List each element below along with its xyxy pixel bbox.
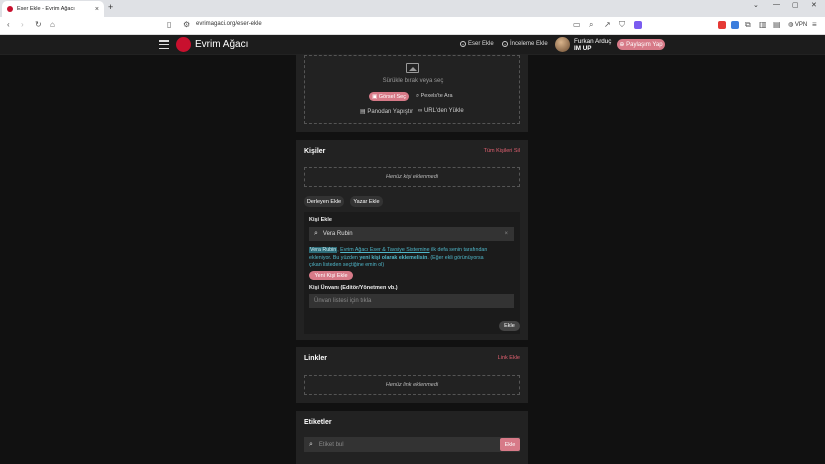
user-badge: IM UP xyxy=(574,45,592,52)
system-link[interactable]: Evrim Ağacı Eser & Tavsiye Sistemine xyxy=(340,247,429,253)
new-person-warning: Vera Rubin, Evrim Ağacı Eser & Tavsiye S… xyxy=(309,247,497,270)
nav-add-review[interactable]: + İnceleme Ekle xyxy=(502,41,548,47)
tags-section: Etiketler ⌕ Etiket bul Ekle xyxy=(296,411,528,464)
maximize-icon[interactable]: ▢ xyxy=(792,1,799,9)
person-search-input[interactable]: ⌕ Vera Rubin × xyxy=(309,227,514,241)
person-title-input[interactable]: Ünvan listesi için tıkla xyxy=(309,294,514,308)
user-info[interactable]: Furkan Arduç IM UP xyxy=(574,38,611,52)
home-icon[interactable]: ⌂ xyxy=(50,20,55,29)
person-title-placeholder: Ünvan listesi için tıkla xyxy=(314,298,372,304)
tab-search-icon[interactable]: ⌄ xyxy=(753,1,759,9)
person-search-value: Vera Rubin xyxy=(322,231,353,237)
people-title: Kişiler xyxy=(304,148,326,155)
pexels-search-button[interactable]: ⌕ Pexels'te Ara xyxy=(416,93,453,100)
links-empty-state: Henüz link eklenmedi xyxy=(304,375,520,395)
image-drop-zone[interactable]: Sürükle bırak veya seç ▣ Görsel Seç ⌕ Pe… xyxy=(304,55,520,124)
new-person-button[interactable]: Yeni Kişi Ekle xyxy=(309,271,353,280)
add-person-panel: Kişi Ekle ⌕ Vera Rubin × Vera Rubin, Evr… xyxy=(304,212,520,334)
url-upload-label: URL'den Yükle xyxy=(423,108,464,114)
add-tag-button[interactable]: Ekle xyxy=(500,438,520,451)
add-compiler-button[interactable]: Derleyen Ekle xyxy=(304,196,344,207)
search-icon: ⌕ xyxy=(314,230,318,237)
select-image-button[interactable]: ▣ Görsel Seç xyxy=(369,92,409,101)
tag-search-input[interactable]: ⌕ Etiket bul xyxy=(304,437,520,452)
browser-toolbar: ‹ › ↻ ⌂ ▯ ⚙ evrimagaci.org/eser-ekle ▭ ⌕… xyxy=(0,17,825,35)
zoom-icon[interactable]: ⌕ xyxy=(589,20,593,30)
image-icon xyxy=(406,63,419,73)
people-section: Kişiler Tüm Kişileri Sil Henüz kişi ekle… xyxy=(296,140,528,340)
share-icon[interactable]: ↗ xyxy=(604,20,611,29)
shield-icon[interactable]: ⛉ xyxy=(619,20,625,30)
site-favicon-icon xyxy=(7,6,13,12)
share-post-label: Paylaşım Yap xyxy=(626,41,663,48)
back-icon[interactable]: ‹ xyxy=(7,20,10,29)
avatar[interactable] xyxy=(555,37,570,52)
sidebar-icon[interactable]: ▥ xyxy=(759,20,767,29)
browser-tab[interactable]: Eser Ekle - Evrim Ağacı × xyxy=(2,1,104,17)
vpn-button[interactable]: ◍ VPN xyxy=(788,21,807,28)
site-logo-icon[interactable] xyxy=(176,37,191,52)
add-author-button[interactable]: Yazar Ekle xyxy=(350,196,383,207)
globe-icon: ◍ xyxy=(788,22,794,28)
new-tab-button[interactable]: + xyxy=(108,2,113,12)
tab-title: Eser Ekle - Evrim Ağacı xyxy=(17,6,75,12)
drop-hint: Sürükle bırak veya seç xyxy=(382,78,444,84)
forward-icon[interactable]: › xyxy=(21,20,24,29)
translate-icon[interactable] xyxy=(731,21,739,29)
cast-icon[interactable]: ▭ xyxy=(573,20,581,29)
add-person-button[interactable]: Ekle xyxy=(499,321,520,331)
puzzle-icon[interactable]: ⧉ xyxy=(745,20,751,30)
people-empty-state: Henüz kişi eklenmedi xyxy=(304,167,520,187)
image-upload-card: Sürükle bırak veya seç ▣ Görsel Seç ⌕ Pe… xyxy=(296,55,528,132)
add-link-link[interactable]: Link Ekle xyxy=(498,355,520,361)
pexels-search-label: Pexels'te Ara xyxy=(420,93,453,99)
bookmark-icon[interactable]: ▯ xyxy=(167,20,171,29)
tag-search-placeholder: Etiket bul xyxy=(318,441,344,448)
plus-circle-icon: + xyxy=(460,41,466,47)
clear-icon[interactable]: × xyxy=(504,231,508,237)
links-title: Linkler xyxy=(304,355,327,362)
plus-circle-icon: + xyxy=(502,41,508,47)
upload-from-url-button[interactable]: ∞ URL'den Yükle xyxy=(418,108,464,114)
paste-from-clipboard-button[interactable]: ▤ Panodan Yapıştır xyxy=(360,108,413,115)
clear-all-people-link[interactable]: Tüm Kişileri Sil xyxy=(484,148,520,154)
nav-add-work[interactable]: + Eser Ekle xyxy=(460,41,494,47)
person-title-label: Kişi Ünvanı (Editör/Yönetmen vb.) xyxy=(309,285,398,291)
reload-icon[interactable]: ↻ xyxy=(35,20,42,29)
brand-name[interactable]: Evrim Ağacı xyxy=(195,39,248,50)
close-window-icon[interactable]: ✕ xyxy=(811,1,817,9)
add-person-label: Kişi Ekle xyxy=(309,217,332,223)
image-icon: ▣ xyxy=(372,93,379,100)
tags-title: Etiketler xyxy=(304,419,332,426)
vpn-label: VPN xyxy=(794,22,808,28)
minimize-icon[interactable]: — xyxy=(773,1,780,8)
warning-person-name: Vera Rubin xyxy=(309,247,338,253)
menu-icon[interactable]: ≡ xyxy=(812,20,817,29)
user-name: Furkan Arduç xyxy=(574,38,612,45)
nav-label: İnceleme Ekle xyxy=(510,41,548,47)
site-settings-icon[interactable]: ⚙ xyxy=(183,20,190,29)
nav-label: Eser Ekle xyxy=(468,41,494,47)
hamburger-menu-icon[interactable] xyxy=(159,40,169,50)
share-post-icon: ⊕ xyxy=(619,42,627,48)
tab-close-icon[interactable]: × xyxy=(95,6,99,13)
extension-icon[interactable] xyxy=(634,21,642,29)
extension-icon[interactable] xyxy=(718,21,726,29)
select-image-label: Görsel Seç xyxy=(378,93,406,100)
url-bar[interactable]: evrimagaci.org/eser-ekle xyxy=(196,21,262,27)
browser-tab-bar: Eser Ekle - Evrim Ağacı × + ⌄ — ▢ ✕ xyxy=(0,0,825,17)
paste-label: Panodan Yapıştır xyxy=(367,109,414,115)
share-post-button[interactable]: ⊕ Paylaşım Yap xyxy=(617,39,665,50)
wallet-icon[interactable]: ▤ xyxy=(773,20,781,29)
site-header: Evrim Ağacı + Eser Ekle + İnceleme Ekle … xyxy=(0,35,825,55)
search-icon: ⌕ xyxy=(309,440,313,448)
warning-bold: yeni kişi olarak eklemelisin xyxy=(359,254,428,261)
links-section: Linkler Link Ekle Henüz link eklenmedi xyxy=(296,347,528,403)
